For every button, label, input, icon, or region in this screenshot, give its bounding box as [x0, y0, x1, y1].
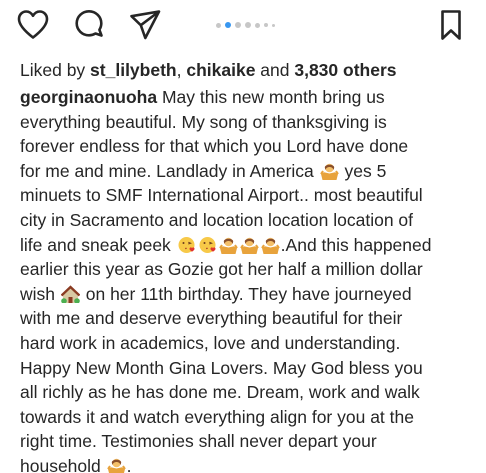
caption-text: wish: [20, 283, 60, 304]
caption-text: on her 11th birthday. They have journeye…: [80, 283, 412, 304]
caption-line: everything beautiful. My song of thanksg…: [20, 111, 387, 132]
kissing-heart-emoji-icon: [198, 236, 217, 254]
liker-username[interactable]: st_lilybeth: [90, 60, 177, 80]
action-bar: [0, 0, 486, 52]
shrug-woman-emoji-icon: [260, 236, 280, 254]
caption-text: yes 5: [339, 160, 387, 181]
caption-line: forever endless for that which you Lord …: [20, 136, 409, 157]
caption-line: for me and mine. Landlady in America yes…: [20, 159, 470, 184]
caption-line: city in Sacramento and location location…: [20, 209, 414, 230]
caption-text: for me and mine. Landlady in America: [20, 160, 314, 181]
shrug-woman-emoji-icon: [319, 162, 339, 180]
caption-line: minuets to SMF International Airport.. m…: [20, 185, 423, 206]
carousel-dot: [216, 22, 221, 28]
carousel-dot: [255, 22, 260, 28]
caption-line: all richly as he has done me. Dream, wor…: [20, 382, 420, 403]
caption-line: earlier this year as Gozie got her half …: [20, 259, 423, 280]
caption-line: right time. Testimonies shall never depa…: [20, 431, 377, 452]
caption-text: .: [126, 455, 132, 473]
caption-username[interactable]: georginaonuoha: [20, 87, 157, 107]
caption-line: life and sneak peek .And this happened: [20, 233, 470, 258]
caption-text: May this new month bring us: [157, 87, 385, 107]
shrug-woman-emoji-icon: [218, 236, 238, 254]
carousel-dot: [264, 23, 268, 27]
house-emoji-icon: [60, 285, 80, 303]
liker-username[interactable]: chikaike: [186, 60, 255, 80]
caption-line: Happy New Month Gina Lovers. May God ble…: [20, 357, 423, 378]
carousel-dot: [235, 22, 241, 28]
caption: georginaonuoha May this new month bring …: [20, 85, 470, 473]
shrug-woman-emoji-icon: [239, 236, 259, 254]
carousel-dot-active: [225, 22, 231, 28]
carousel-dot: [272, 23, 275, 27]
caption-line: wish on her 11th birthday. They have jou…: [20, 282, 470, 307]
caption-line: hard work in academics, love and underst…: [20, 332, 401, 353]
caption-text: .And this happened: [280, 234, 432, 255]
caption-line: household .: [20, 454, 470, 473]
instagram-post: Liked by st_lilybeth, chikaike and 3,830…: [0, 0, 486, 473]
heart-icon[interactable]: [16, 8, 50, 42]
likes-count[interactable]: 3,830 others: [294, 60, 396, 80]
likes-separator: ,: [176, 60, 187, 80]
kissing-heart-emoji-icon: [177, 236, 196, 254]
likes-prefix: Liked by: [20, 60, 91, 80]
likes-connector: and: [255, 60, 295, 80]
shrug-woman-emoji-icon: [106, 457, 126, 473]
comment-icon[interactable]: [72, 8, 106, 42]
likes-summary: Liked by st_lilybeth, chikaike and 3,830…: [20, 58, 470, 82]
bookmark-icon[interactable]: [434, 8, 468, 42]
carousel-indicator: [216, 22, 275, 28]
share-icon[interactable]: [128, 8, 162, 42]
caption-text: household: [20, 455, 106, 473]
caption-text: life and sneak peek: [20, 234, 176, 255]
carousel-dot: [245, 22, 251, 28]
caption-line: georginaonuoha May this new month bring …: [20, 85, 470, 110]
caption-line: with me and deserve everything beautiful…: [20, 308, 403, 329]
caption-line: towards it and watch everything align fo…: [20, 406, 414, 427]
